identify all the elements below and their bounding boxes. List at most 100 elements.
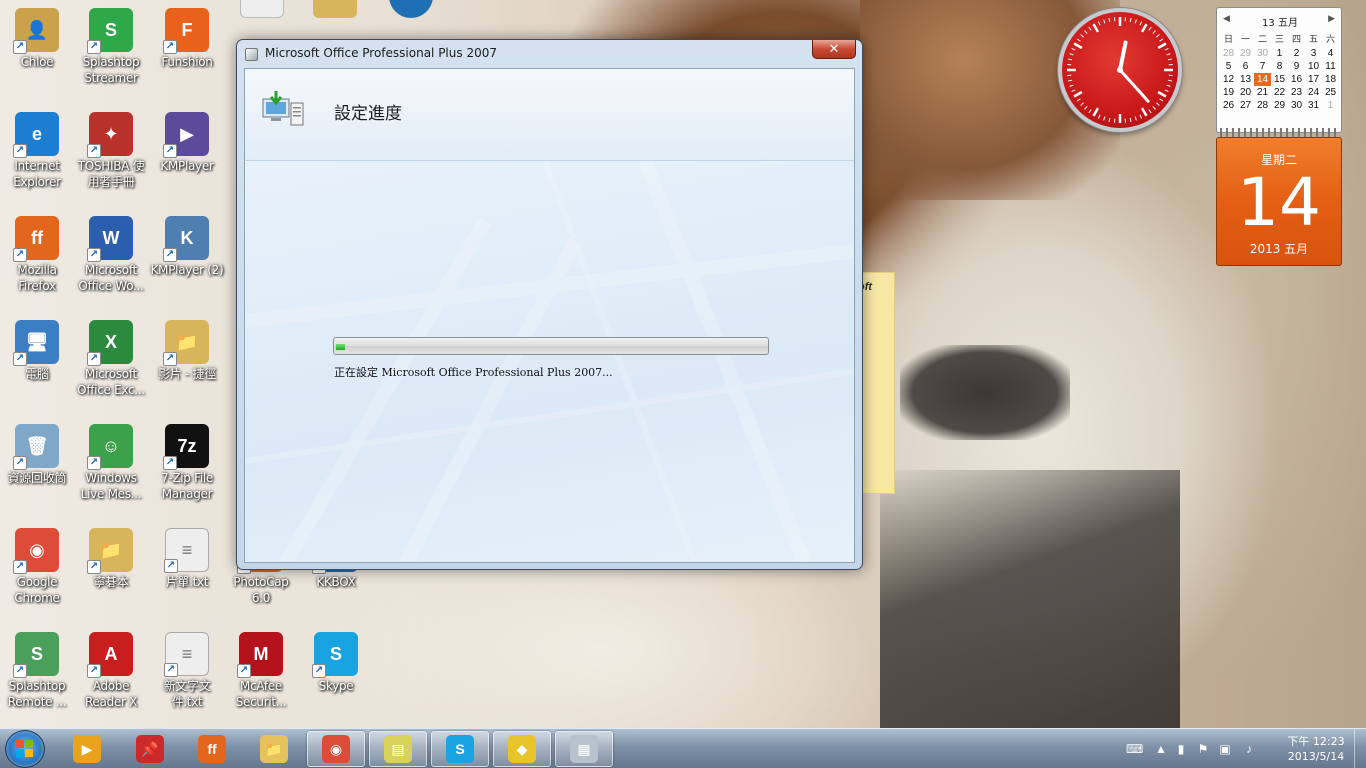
desktop-icon-splashtop[interactable]: S ↗ Splashtop Streamer	[74, 4, 148, 104]
desktop-icon-kmplayer[interactable]: ▶ ↗ KMPlayer	[150, 108, 224, 208]
desktop-icon-messenger[interactable]: ☺ ↗ Windows Live Mes...	[74, 420, 148, 520]
calendar-day-cell[interactable]: 28	[1254, 99, 1271, 112]
close-button[interactable]: ✕	[812, 40, 856, 59]
calendar-day-cell[interactable]: 12	[1220, 73, 1237, 86]
calendar-day-cell[interactable]: 26	[1220, 99, 1237, 112]
calendar-day-cell[interactable]: 11	[1322, 60, 1339, 73]
calendar-day-cell[interactable]: 4	[1322, 47, 1339, 60]
sticky-note[interactable]	[858, 272, 895, 494]
desktop-icon-text-file[interactable]: ≡ ↗ 片單.txt	[150, 524, 224, 624]
taskbar-button-explorer-folder[interactable]: 📁	[245, 731, 303, 767]
show-desktop-button[interactable]	[1354, 729, 1366, 768]
desktop-icon-toshiba-manual[interactable]: ✦ ↗ TOSHIBA 使用者手冊	[74, 108, 148, 208]
text-file-icon	[240, 0, 284, 18]
calendar-day-cell[interactable]: 5	[1220, 60, 1237, 73]
calendar-day-cell[interactable]: 22	[1271, 86, 1288, 99]
desktop-icon-folder-shortcut[interactable]: 📁 ↗ 影片 - 捷徑	[150, 316, 224, 416]
clock-tick	[1103, 19, 1106, 24]
progress-fill	[336, 344, 345, 350]
calendar-day-cell[interactable]: 16	[1288, 73, 1305, 86]
calendar-day-cell[interactable]: 20	[1237, 86, 1254, 99]
calendar-day-cell[interactable]: 25	[1322, 86, 1339, 99]
calendar-day-cell[interactable]: 13	[1237, 73, 1254, 86]
calendar-day-cell[interactable]: 31	[1305, 99, 1322, 112]
calendar-week-row: 12 13 14 15 16 17 18	[1220, 73, 1340, 86]
calendar-day-cell[interactable]: 19	[1220, 86, 1237, 99]
start-button[interactable]	[5, 730, 45, 768]
calendar-gadget[interactable]: ◀ 13 五月 ▶ 日一二三四五六 28 29 30 1 2 3 4 5 6 7 8 9 10 11 12 13…	[1216, 7, 1342, 266]
firefox-icon: ff ↗	[13, 216, 59, 262]
taskbar-button-chrome[interactable]: ◉	[307, 731, 365, 767]
calendar-day-cell[interactable]: 28	[1220, 47, 1237, 60]
clock-gadget[interactable]	[1058, 8, 1182, 132]
network-icon[interactable]: ▣	[1218, 742, 1232, 756]
desktop-icon-text-file[interactable]: ≡ ↗ 新文字文件.txt	[150, 628, 224, 728]
clock-tick	[1157, 90, 1167, 98]
calendar-day-cell[interactable]: 30	[1288, 99, 1305, 112]
desktop-icon-computer[interactable]: 🖥 ↗ 電腦	[0, 316, 74, 416]
clock-tick	[1152, 106, 1156, 110]
desktop-icon-7zip[interactable]: 7z ↗ 7-Zip File Manager	[150, 420, 224, 520]
desktop-icon-word[interactable]: W ↗ Microsoft Office Wo...	[74, 212, 148, 312]
clock-display[interactable]: 下午 12:23 2013/5/14	[1280, 734, 1352, 764]
calendar-day-cell[interactable]: 15	[1271, 73, 1288, 86]
calendar-day-cell[interactable]: 10	[1305, 60, 1322, 73]
desktop-icon-kmplayer2[interactable]: K ↗ KMPlayer (2)	[150, 212, 224, 312]
taskbar-button-kkbox-app[interactable]: ◆	[493, 731, 551, 767]
show-hidden-icons-icon[interactable]: ▲	[1154, 742, 1168, 756]
taskbar-button-firefox[interactable]: ff	[183, 731, 241, 767]
calendar-day-cell[interactable]: 6	[1237, 60, 1254, 73]
clock-tick	[1156, 102, 1160, 106]
calendar-day-cell[interactable]: 9	[1288, 60, 1305, 73]
calendar-day-cell[interactable]: 1	[1271, 47, 1288, 60]
desktop-icon-skype[interactable]: S ↗ Skype	[299, 628, 373, 728]
desktop-icon-folder[interactable]: 📁 ↗ 寧碁本	[74, 524, 148, 624]
desktop-icon-chrome[interactable]: ◉ ↗ Google Chrome	[0, 524, 74, 624]
calendar-day-cell[interactable]: 14	[1254, 73, 1271, 86]
flag-icon[interactable]: ⚑	[1196, 742, 1210, 756]
calendar-day-cell[interactable]: 2	[1288, 47, 1305, 60]
calendar-day-cell[interactable]: 1	[1322, 99, 1339, 112]
desktop-icon-label: Splashtop Streamer	[82, 55, 140, 85]
calendar-day-cell[interactable]: 27	[1237, 99, 1254, 112]
desktop-icon-funshion[interactable]: F ↗ Funshion	[150, 4, 224, 104]
taskbar-button-sticky-notes[interactable]: ▤	[369, 731, 427, 767]
calendar-day-cell[interactable]: 18	[1322, 73, 1339, 86]
calendar-day-cell[interactable]: 17	[1305, 73, 1322, 86]
desktop-icon-adobe-reader[interactable]: A ↗ Adobe Reader X	[74, 628, 148, 728]
volume-icon[interactable]: ♪	[1242, 742, 1256, 756]
desktop-icon-recycle-bin[interactable]: 🗑 ↗ 資源回收筒	[0, 420, 74, 520]
taskbar-button-media-player[interactable]: ▶	[58, 731, 116, 767]
clock-tick	[1068, 79, 1073, 82]
calendar-day-cell[interactable]: 29	[1237, 47, 1254, 60]
calendar-day-cell[interactable]: 8	[1271, 60, 1288, 73]
calendar-day-cell[interactable]: 24	[1305, 86, 1322, 99]
dialog-titlebar[interactable]: Microsoft Office Professional Plus 2007 …	[237, 40, 862, 68]
calendar-day-cell[interactable]: 29	[1271, 99, 1288, 112]
battery-icon[interactable]: ▮	[1174, 742, 1188, 756]
kmplayer2-icon: K ↗	[163, 216, 209, 262]
calendar-day-cell[interactable]: 7	[1254, 60, 1271, 73]
calendar-day-cell[interactable]: 21	[1254, 86, 1271, 99]
desktop-icon-splashtop-remote[interactable]: S ↗ Splashtop Remote ...	[0, 628, 74, 728]
desktop-icon-firefox[interactable]: ff ↗ Mozilla Firefox	[0, 212, 74, 312]
desktop-icon-label: PhotoCap 6.0	[233, 575, 289, 605]
tray-date: 2013/5/14	[1287, 750, 1345, 763]
calendar-day-cell[interactable]: 30	[1254, 47, 1271, 60]
desktop-icon-mcafee[interactable]: M ↗ McAfee Securit...	[224, 628, 298, 728]
desktop-icon-internet-explorer[interactable]: e ↗ Internet Explorer	[0, 108, 74, 208]
shortcut-arrow-icon: ↗	[87, 40, 101, 54]
next-month-icon[interactable]: ▶	[1328, 13, 1335, 24]
explorer-folder-icon: 📁	[260, 735, 288, 763]
office-setup-dialog[interactable]: Microsoft Office Professional Plus 2007 …	[236, 39, 863, 570]
taskbar-button-pushpin[interactable]: 📌	[121, 731, 179, 767]
calendar-day-cell[interactable]: 23	[1288, 86, 1305, 99]
desktop-icon-excel[interactable]: X ↗ Microsoft Office Exc...	[74, 316, 148, 416]
keyboard-icon[interactable]: ⌨	[1126, 742, 1143, 756]
calendar-day-cell[interactable]: 3	[1305, 47, 1322, 60]
clock-tick	[1152, 30, 1156, 34]
taskbar-button-skype[interactable]: S	[431, 731, 489, 767]
desktop-icon-user-folder[interactable]: 👤 ↗ Chloe	[0, 4, 74, 104]
shortcut-arrow-icon: ↗	[87, 248, 101, 262]
taskbar-button-office-setup[interactable]: ▦	[555, 731, 613, 767]
